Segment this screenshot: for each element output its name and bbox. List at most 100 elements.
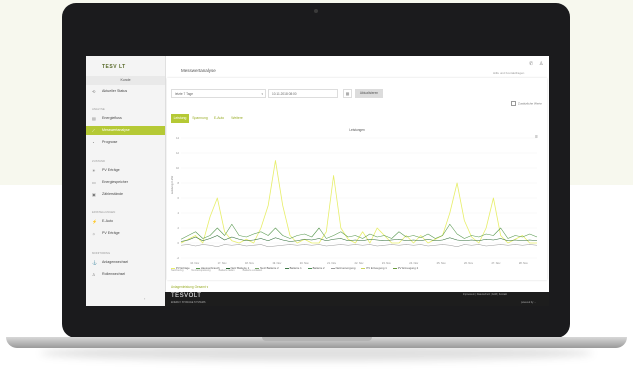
sidebar-item-label: Prognose (102, 140, 118, 144)
legend-label: Netzversorgung (335, 266, 356, 270)
sidebar-item-label: PV Erträge (102, 168, 120, 172)
x-tick-label: 18. Nov (245, 261, 255, 265)
legend-label: PV Erzeugung 1 (366, 266, 387, 270)
y-tick-label: 4 (178, 211, 180, 215)
section-label: EINSTELLUNGEN (92, 210, 116, 214)
footer-logo: TESVOLT (171, 293, 202, 299)
x-tick-label: 20. Nov (300, 261, 310, 265)
y-tick-label: 12 (176, 151, 179, 155)
series-line-hausverbrauch (180, 223, 538, 240)
sun-icon: ☼ (92, 231, 96, 236)
sidebar-item-anlagenwechsel[interactable]: ⚓ Anlagenwechsel (86, 258, 165, 267)
collapse-sidebar-icon[interactable]: ‹ (144, 296, 145, 301)
line-chart: 14 12 10 8 6 4 2 0 -2 16. Nov 17. Nov 18. Nov 19. No… (176, 136, 538, 265)
sidebar-item-zaehlerstaende[interactable]: ▣ Zählerstände (86, 190, 165, 199)
y-tick-label: 6 (178, 196, 180, 200)
sidebar-item-label: E-Auto (102, 219, 113, 223)
sidebar-item-e-auto[interactable]: ⚡ E-Auto (86, 217, 165, 226)
series-line-pv-ertr-ge (180, 160, 537, 244)
x-tick-label: 22. Nov (355, 261, 365, 265)
sidebar: TESV LT Kunde ⟲ Aktueller Status ANALYSE… (86, 56, 166, 306)
legend-item[interactable]: Batterie 2 (307, 266, 325, 270)
chart-icon: ▤ (92, 116, 96, 121)
x-tick-label: 27. Nov (491, 261, 501, 265)
legend-swatch (392, 267, 397, 269)
legend-swatch (307, 267, 312, 269)
sidebar-item-messwertanalyse[interactable]: ⟋ Messwertanalyse (86, 126, 165, 135)
legend-item[interactable]: PV Erzeugung 1 (361, 266, 387, 270)
sidebar-item-pv-ertraege-2[interactable]: ☼ PV Erträge (86, 229, 165, 238)
camera (314, 9, 318, 13)
sidebar-item-label: PV Erträge (102, 231, 120, 235)
laptop-screen: TESV LT Kunde ⟲ Aktueller Status ANALYSE… (86, 56, 549, 306)
phone-icon[interactable]: ✆ (529, 61, 533, 67)
series-line-batterie-1 (180, 235, 538, 242)
x-tick-label: 17. Nov (218, 261, 228, 265)
legend-label: Batterie 2 (312, 266, 325, 270)
line-chart-icon: ⟋ (92, 128, 95, 133)
legend-label: Batterie 1 (289, 266, 302, 270)
laptop-notch (262, 337, 372, 341)
legend-sub-item: Batterie entladen (242, 269, 263, 272)
y-tick-label: 0 (178, 241, 180, 245)
legend-label: PV Erzeugung 2 (397, 266, 419, 270)
sidebar-item-energiespeicher[interactable]: ▭ Energiespeicher (86, 178, 165, 187)
footer-tagline: ENERGY STORAGE SYSTEMS (171, 301, 206, 304)
x-tick-label: 28. Nov (519, 261, 529, 265)
accordion-label: Anlagenleistung Gesamt (171, 285, 206, 289)
y-tick-label: 8 (178, 181, 180, 185)
sidebar-item-label: Anlagenwechsel (102, 260, 129, 264)
footer: TESVOLT ENERGY STORAGE SYSTEMS Impressum… (165, 292, 549, 306)
main-content: Messwertanalyse ✆ ♙ Hilfe und Kontaktfra… (165, 56, 549, 306)
x-tick-label: 26. Nov (464, 261, 474, 265)
section-label: MONITORING (92, 251, 111, 255)
page-title: Messwertanalyse (181, 68, 216, 73)
sidebar-item-label: Rollenwechsel (102, 272, 126, 276)
x-tick-label: 16. Nov (190, 261, 200, 265)
sidebar-item-prognose[interactable]: ◔ Prognose (86, 138, 165, 147)
battery-icon: ▭ (92, 180, 96, 185)
help-link[interactable]: Hilfe und Kontaktfragen (493, 71, 524, 75)
x-tick-label: 23. Nov (382, 261, 392, 265)
section-label: ANALYSE (92, 107, 105, 111)
sidebar-item-label: Aktueller Status (102, 89, 128, 93)
legend-swatch (284, 267, 289, 269)
sidebar-item-energiefluss[interactable]: ▤ Energiefluss (86, 114, 165, 123)
sidebar-item-label: Energiespeicher (102, 180, 128, 184)
x-tick-label: 24. Nov (409, 261, 419, 265)
accordion-anlagenleistung-gesamt[interactable]: Anlagenleistung Gesamt ▾ (171, 285, 208, 289)
refresh-icon: ⟲ (92, 89, 96, 94)
meter-icon: ▣ (92, 192, 96, 197)
anchor-icon: ⚓ (92, 260, 97, 265)
x-tick-label: 19. Nov (272, 261, 282, 265)
logo: TESV LT (102, 64, 126, 70)
legend-item[interactable]: PV Erzeugung 2 (392, 266, 419, 270)
legend-swatch (330, 267, 335, 269)
footer-powered: powered by ... (521, 301, 537, 304)
legend-item[interactable]: Batterie 1 (284, 266, 302, 270)
top-bar: Messwertanalyse ✆ ♙ Hilfe und Kontaktfra… (165, 56, 549, 78)
chevron-down-icon: ▾ (206, 285, 209, 289)
series-line-netzversorgung (180, 244, 538, 248)
sidebar-item-aktueller-status[interactable]: ⟲ Aktueller Status (86, 87, 165, 96)
legend-item[interactable]: Netzversorgung (330, 266, 356, 270)
customer-selector[interactable]: Kunde (86, 76, 165, 85)
section-label: ZUSTAND (92, 159, 105, 163)
car-icon: ⚡ (92, 219, 97, 224)
chart-legend-sub: Netzbezug Netzeinspeisung Batterie laden Ba… (171, 269, 270, 272)
clock-icon: ◔ (92, 140, 95, 145)
y-tick-label: 14 (176, 136, 179, 140)
sidebar-item-label: Energiefluss (102, 116, 122, 120)
analysis-card: letzte 7 Tage ▾ 10.11.2018 08:00 ▦ Aktua… (167, 78, 547, 297)
sidebar-item-label: Zählerstände (102, 192, 123, 196)
sidebar-item-rollenwechsel[interactable]: ♙ Rollenwechsel (86, 270, 165, 279)
footer-links[interactable]: Impressum | Datenschutz | AGB | Kontakt (463, 293, 507, 296)
user-icon[interactable]: ♙ (539, 61, 543, 67)
sidebar-item-pv-ertraege[interactable]: ☀ PV Erträge (86, 166, 165, 175)
y-tick-label: -2 (177, 256, 180, 260)
sidebar-item-label: Messwertanalyse (102, 128, 130, 132)
y-tick-label: 2 (178, 226, 180, 230)
legend-sub-item: Netzbezug (171, 269, 184, 272)
x-tick-label: 21. Nov (327, 261, 337, 265)
user-icon: ♙ (92, 272, 96, 277)
